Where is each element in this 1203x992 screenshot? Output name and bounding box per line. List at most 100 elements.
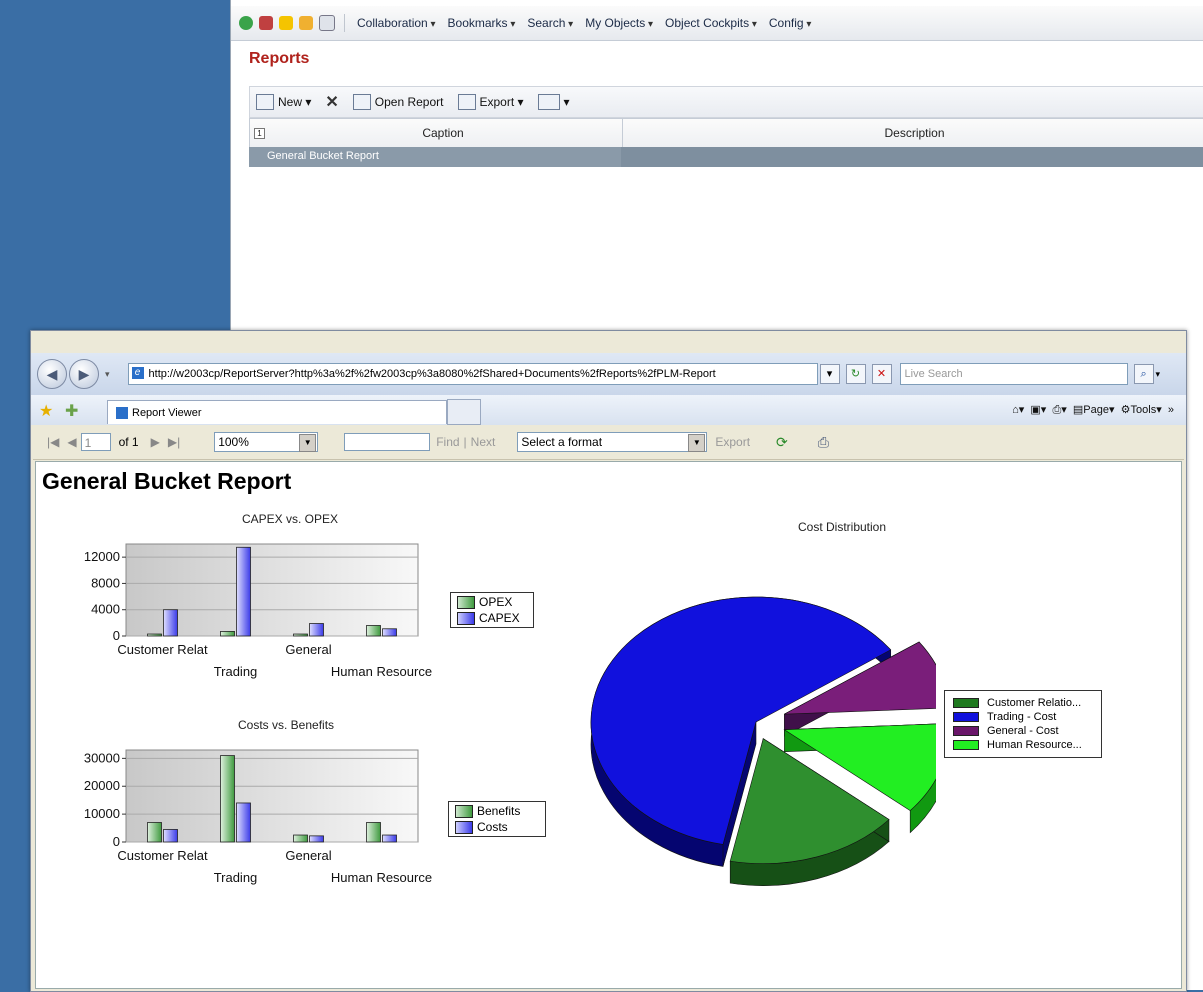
table-row[interactable]: General Bucket Report [249,147,1203,167]
refresh-report-icon[interactable]: ⟳ [776,434,788,451]
zoom-value: 100% [218,435,249,449]
next-page-icon[interactable]: ▶ [151,435,160,449]
cost-distribution-legend: Customer Relatio... Trading - Cost Gener… [944,690,1102,758]
menu-my-objects[interactable]: My Objects [585,16,653,30]
chevron-down-icon: ▼ [688,434,706,452]
ie-page-icon [116,406,128,419]
menu-bookmarks[interactable]: Bookmarks [448,16,516,30]
add-favorites-icon[interactable]: ✚ [65,401,78,421]
legend-label-trading: Trading - Cost [987,711,1057,723]
previous-page-icon[interactable]: ◀ [67,435,76,449]
export-icon [457,94,476,110]
refresh-icon[interactable]: ↻ [845,364,866,384]
bar-capex-3 [382,628,397,637]
print-report-icon[interactable]: ⎙ [818,434,829,451]
bar-costs-2 [309,835,324,843]
last-page-icon[interactable]: ▶| [168,435,180,449]
bar-opex-0 [147,633,162,637]
page-number-input[interactable]: 1 [80,433,111,451]
legend-item-trading: Trading - Cost [953,711,1093,723]
cost-distribution-pie [590,596,936,886]
next-link[interactable]: Next [471,435,496,449]
menu-config[interactable]: Config [769,16,812,30]
x-tick-label: Customer Relat [117,642,208,657]
bar-opex-1 [220,631,235,637]
zoom-select[interactable]: 100% ▼ [214,432,319,452]
back-icon[interactable]: ◀ [37,359,67,389]
x-tick-label: Customer Relat [117,848,208,863]
url-dropdown-icon[interactable]: ▾ [819,364,840,384]
back-icon[interactable] [239,16,253,30]
chevron-down-icon[interactable]: ▾ [105,369,110,380]
bar-benefits-3 [366,822,381,843]
new-label: New [278,95,303,109]
legend-swatch-human-resource [953,740,979,750]
expand-icon[interactable]: 1 [254,128,265,139]
capex-opex-chart: 0 4000 8000 12000 Customer Relat Trading Gener… [84,543,432,679]
x-tick-label: Human Resource [331,870,432,885]
menu-search[interactable]: Search [527,16,573,30]
tools-menu-label: Tools [1130,404,1157,416]
search-icon[interactable]: ⌕ [1133,364,1154,384]
x-tick-label: Trading [214,664,258,679]
legend-swatch-costs [455,820,473,834]
tab-report-viewer[interactable]: Report Viewer [107,400,447,424]
new-button[interactable]: New ▾ [256,94,311,110]
legend-item-human-resource: Human Resource... [953,739,1093,751]
open-report-button[interactable]: Open Report [352,94,444,110]
forward-icon[interactable]: ▶ [69,359,99,389]
page-menu[interactable]: ▤Page▾ [1073,404,1115,416]
first-page-icon[interactable]: |◀ [47,435,59,449]
browser-window: ◀ ▶ ▾ e http://w2003cp/ReportServer?http%… [30,330,1187,992]
y-tick-label: 0 [113,834,120,849]
delete-button[interactable]: ✕ [325,92,338,112]
legend-swatch-trading [953,712,979,722]
legend-item-opex: OPEX [457,595,527,609]
legend-label-capex: CAPEX [479,611,520,625]
legend-label-human-resource: Human Resource... [987,739,1082,751]
x-tick-label: Trading [214,870,258,885]
search-input[interactable]: Live Search [899,363,1128,385]
legend-item-costs: Costs [455,820,539,834]
row-description [621,147,1203,167]
page-title: Reports [249,50,310,67]
bar-capex-2 [309,623,324,637]
print-icon[interactable]: ⎙▾ [1052,404,1066,416]
tab-title: Report Viewer [132,406,202,419]
grid-layout-button[interactable]: ▾ [537,94,570,110]
chevron-down-icon: ▼ [299,434,317,452]
menu-collaboration[interactable]: Collaboration [357,16,436,30]
favorites-star-icon[interactable]: ★ [39,401,53,421]
reports-action-bar: New ▾ ✕ Open Report Export ▾ ▾ [249,86,1203,118]
home-icon[interactable] [259,16,273,30]
ie-page-icon: e [131,367,144,379]
reports-grid-header: 1 Caption Description [249,118,1203,148]
tools-menu[interactable]: ⚙Tools▾ [1121,404,1162,416]
star-icon[interactable] [279,16,293,30]
export-label: Export [479,95,515,109]
find-input[interactable] [344,433,431,451]
find-link[interactable]: Find [436,435,459,449]
column-header-caption[interactable]: Caption [268,126,618,140]
feeds-icon[interactable]: ▣▾ [1030,404,1046,416]
mail-icon[interactable] [319,15,335,31]
legend-item-benefits: Benefits [455,804,539,818]
export-format-select[interactable]: Select a format ▼ [517,432,708,452]
y-tick-label: 30000 [84,750,120,765]
export-button[interactable]: Export ▾ [457,94,524,110]
bar-costs-3 [382,834,397,843]
menu-object-cockpits[interactable]: Object Cockpits [665,16,757,30]
report-content: General Bucket Report CAPEX vs. OPEX 0 40… [35,461,1182,989]
tab-bar: ★ ✚ Report Viewer ⌂▾ ▣▾ ⎙▾ ▤Page▾ ⚙Tools… [31,395,1186,425]
find-separator: | [463,435,467,449]
export-link[interactable]: Export [715,435,750,449]
new-tab-button[interactable] [447,399,481,425]
home-icon[interactable]: ⌂▾ [1012,404,1024,416]
stop-icon[interactable]: ✕ [871,364,892,384]
url-field[interactable]: e http://w2003cp/ReportServer?http%3a%2f%… [127,363,818,385]
add-favorite-icon[interactable] [299,16,313,30]
search-options-icon[interactable]: ▾ [1156,369,1161,380]
more-commands-icon[interactable]: » [1168,404,1174,416]
column-header-description[interactable]: Description [622,119,1203,147]
chart-title-costs-benefits: Costs vs. Benefits [238,718,335,732]
